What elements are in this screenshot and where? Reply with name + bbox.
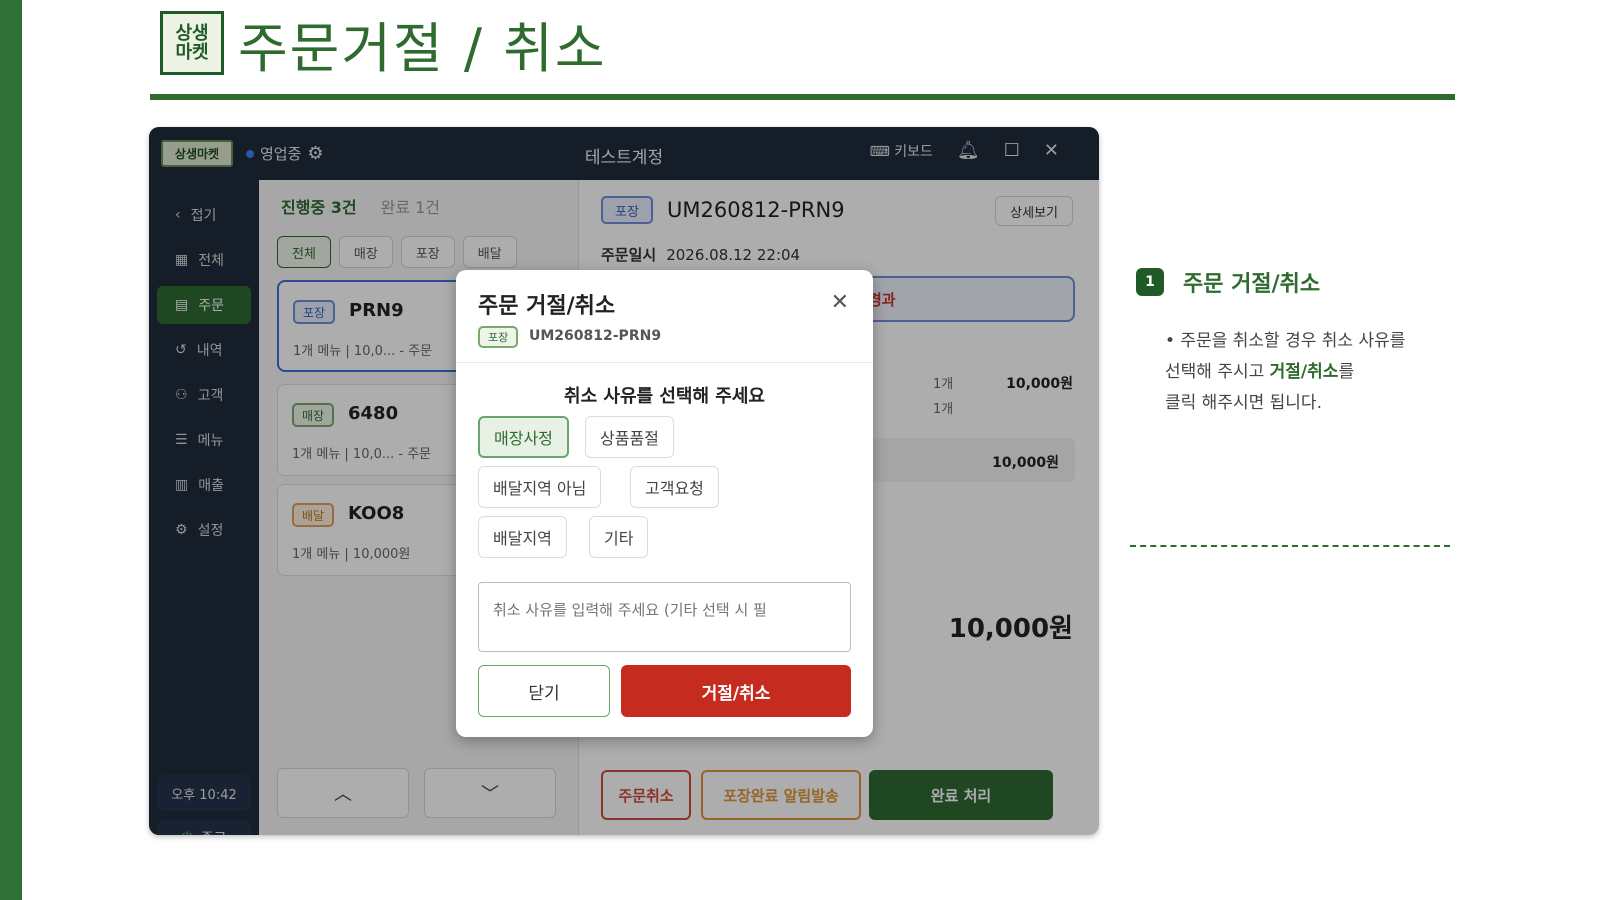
reason-not-delivery-area[interactable]: 배달지역 아님 [478,466,602,508]
dialog-order-no: UM260812-PRN9 [529,328,662,344]
dialog-type-badge: 포장 [478,326,519,348]
reason-store-issue[interactable]: 매장사정 [478,416,569,458]
dialog-question: 취소 사유를 선택해 주세요 [564,386,765,407]
page-header: 상생마켓 주문거절 / 취소 [160,8,607,80]
left-accent-bar [0,0,22,900]
note-title: 주문 거절/취소 [1183,272,1321,297]
page-title: 주문거절 / 취소 [238,16,607,80]
step-number: 1 [1136,268,1164,296]
reason-other[interactable]: 기타 [589,516,649,558]
note-line: 클릭 해주시면 됩니다. [1165,393,1322,413]
reason-input[interactable] [478,582,851,652]
app-window: 상생마켓 영업중 ⚙ 테스트계정 ⌨ 키보드 🔔︎ ☐ ✕ ‹ 접기 ▦ 전체 ▤ 주… [149,127,1099,835]
close-icon[interactable]: ✕ [831,290,849,315]
brand-logo: 상생마켓 [160,11,224,75]
reason-delivery-area[interactable]: 배달지역 [478,516,567,558]
note-line: • 주문을 취소할 경우 취소 사유를 [1165,331,1406,351]
dialog-title: 주문 거절/취소 [478,294,616,319]
reason-customer-request[interactable]: 고객요청 [630,466,719,508]
note-body: • 주문을 취소할 경우 취소 사유를 선택해 주시고 거절/취소를 클릭 해주… [1165,326,1465,419]
header-divider [150,94,1455,100]
note-dashed-divider [1130,545,1450,547]
note-line: 선택해 주시고 거절/취소를 [1165,362,1355,382]
close-button[interactable]: 닫기 [478,665,610,717]
reject-cancel-button[interactable]: 거절/취소 [621,665,851,717]
reject-cancel-dialog: 주문 거절/취소 ✕ 포장 UM260812-PRN9 취소 사유를 선택해 주… [456,270,873,737]
dialog-divider [456,362,873,363]
reason-out-of-stock[interactable]: 상품품절 [585,416,674,458]
